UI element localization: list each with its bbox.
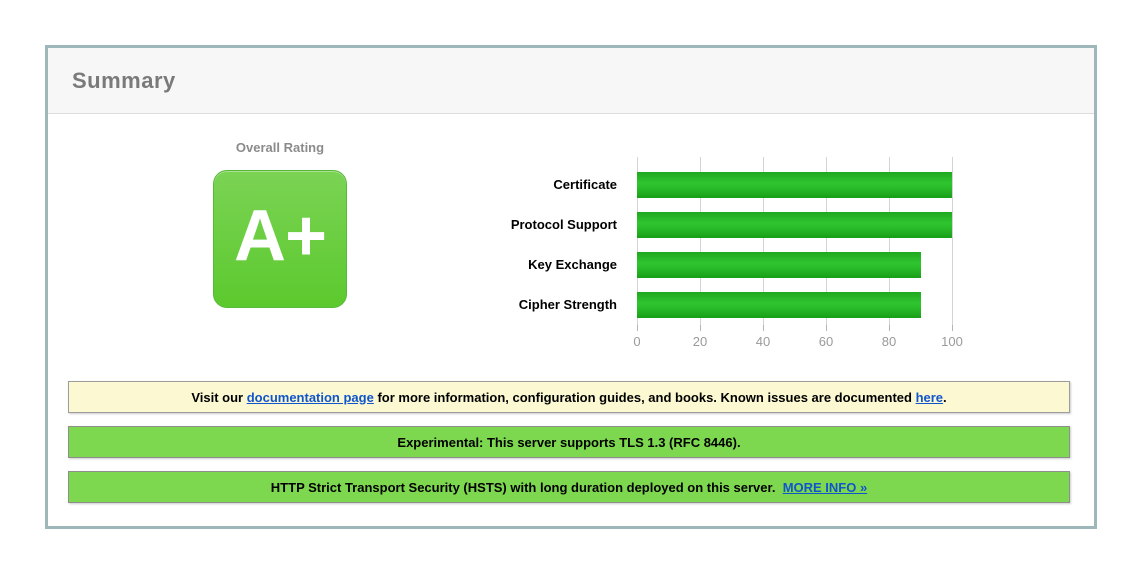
notice-list: Visit our documentation page for more in… xyxy=(68,381,1070,516)
tick-mark-0 xyxy=(637,325,638,331)
panel-header: Summary xyxy=(48,48,1094,114)
bar-certificate xyxy=(637,172,952,198)
rating-bar-chart: Certificate Protocol Support Key Exchange C… xyxy=(378,157,1028,367)
tick-label-20: 20 xyxy=(693,334,707,349)
page-title: Summary xyxy=(72,68,176,94)
documentation-notice: Visit our documentation page for more in… xyxy=(68,381,1070,413)
chart-axis-ticks xyxy=(637,325,952,331)
chart-label-cipher-strength: Cipher Strength xyxy=(519,292,617,318)
tick-mark-40 xyxy=(763,325,764,331)
chart-axis-tick-labels: 020406080100 xyxy=(637,334,952,350)
overall-rating-block: Overall Rating A+ xyxy=(155,141,405,308)
documentation-page-link[interactable]: documentation page xyxy=(247,390,374,405)
grade-badge: A+ xyxy=(213,170,347,308)
more-info-link[interactable]: MORE INFO » xyxy=(783,480,868,495)
grade-value: A+ xyxy=(234,200,326,278)
known-issues-here-link[interactable]: here xyxy=(916,390,943,405)
tick-label-100: 100 xyxy=(941,334,963,349)
notice-text: . xyxy=(943,390,947,405)
bar-protocol-support xyxy=(637,212,952,238)
tick-mark-80 xyxy=(889,325,890,331)
bar-cipher-strength xyxy=(637,292,921,318)
tls13-notice: Experimental: This server supports TLS 1… xyxy=(68,426,1070,458)
tick-mark-60 xyxy=(826,325,827,331)
tick-mark-20 xyxy=(700,325,701,331)
tick-label-60: 60 xyxy=(819,334,833,349)
hsts-notice: HTTP Strict Transport Security (HSTS) wi… xyxy=(68,471,1070,503)
chart-plot-area xyxy=(637,157,952,325)
chart-category-labels: Certificate Protocol Support Key Exchange C… xyxy=(378,157,627,325)
bar-key-exchange xyxy=(637,252,921,278)
notice-text: HTTP Strict Transport Security (HSTS) wi… xyxy=(271,480,783,495)
overall-rating-label: Overall Rating xyxy=(155,141,405,155)
chart-label-protocol-support: Protocol Support xyxy=(511,212,617,238)
tick-label-40: 40 xyxy=(756,334,770,349)
notice-text: Visit our xyxy=(191,390,246,405)
tick-label-80: 80 xyxy=(882,334,896,349)
tick-mark-100 xyxy=(952,325,953,331)
notice-text: for more information, configuration guid… xyxy=(374,390,916,405)
notice-text: Experimental: This server supports TLS 1… xyxy=(397,435,740,450)
tick-label-0: 0 xyxy=(633,334,640,349)
panel-body: Overall Rating A+ Certificate Protocol Su… xyxy=(48,114,1094,526)
chart-label-certificate: Certificate xyxy=(553,172,617,198)
chart-label-key-exchange: Key Exchange xyxy=(528,252,617,278)
summary-panel: Summary Overall Rating A+ Certificate Pro… xyxy=(45,45,1097,529)
